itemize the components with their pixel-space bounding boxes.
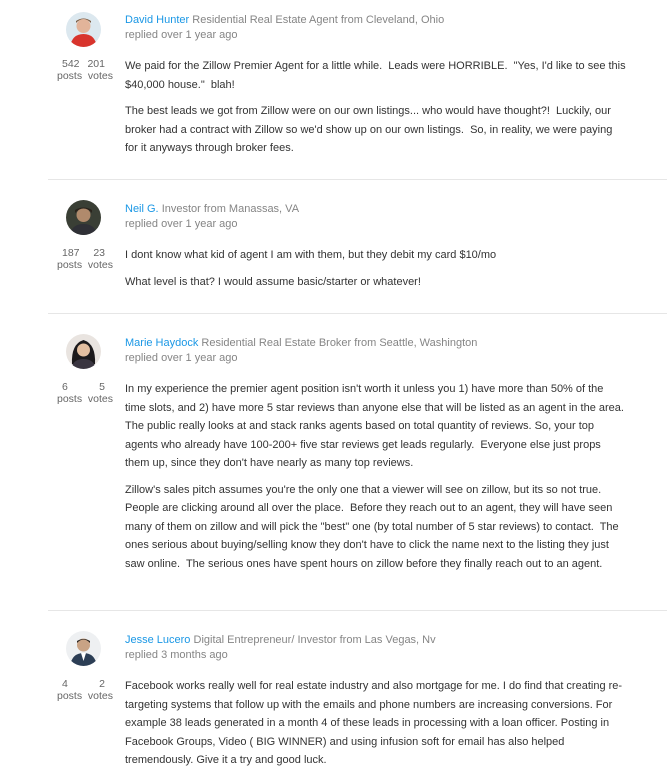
- author-title: Investor from Manassas, VA: [161, 203, 300, 215]
- avatar[interactable]: [66, 12, 101, 47]
- posts-count: 6: [62, 381, 68, 393]
- posts-label: posts: [57, 690, 83, 702]
- user-stats: 187 23 posts votes: [52, 247, 116, 271]
- reply-timestamp: replied over 1 year ago: [125, 29, 238, 41]
- post-body: Facebook works really well for real esta…: [125, 677, 627, 778]
- author-title: Digital Entrepreneur/ Investor from Las …: [193, 634, 436, 646]
- user-stats: 4 2 posts votes: [52, 678, 116, 702]
- author-link[interactable]: Marie Haydock: [125, 337, 198, 349]
- author-link[interactable]: Neil G.: [125, 203, 159, 215]
- post-body: We paid for the Zillow Premier Agent for…: [125, 57, 627, 166]
- reply-timestamp: replied over 1 year ago: [125, 218, 238, 230]
- post-paragraph: We paid for the Zillow Premier Agent for…: [125, 60, 629, 91]
- reply-timestamp: replied 3 months ago: [125, 649, 228, 661]
- post-body: In my experience the premier agent posit…: [125, 380, 627, 581]
- post-divider: [48, 179, 667, 180]
- avatar[interactable]: [66, 334, 101, 369]
- post-header: Neil G. Investor from Manassas, VA repli…: [125, 202, 653, 232]
- votes-label: votes: [87, 690, 113, 702]
- post-paragraph: I dont know what kid of agent I am with …: [125, 249, 497, 261]
- posts-count: 4: [62, 678, 68, 690]
- author-title: Residential Real Estate Broker from Seat…: [201, 337, 478, 349]
- post-paragraph: What level is that? I would assume basic…: [125, 275, 421, 288]
- votes-count: 2: [99, 678, 105, 690]
- post-paragraph: The best leads we got from Zillow were o…: [125, 105, 616, 154]
- post-paragraph: Facebook works really well for real esta…: [125, 680, 623, 766]
- votes-label: votes: [87, 393, 113, 405]
- votes-count: 201: [87, 58, 105, 70]
- avatar[interactable]: [66, 631, 101, 666]
- post-divider: [48, 610, 667, 611]
- posts-label: posts: [57, 259, 83, 271]
- votes-label: votes: [87, 70, 113, 82]
- votes-count: 23: [93, 247, 105, 259]
- post-header: David Hunter Residential Real Estate Age…: [125, 13, 653, 43]
- user-stats: 542 201 posts votes: [52, 58, 116, 82]
- posts-count: 187: [62, 247, 80, 259]
- post-body: I dont know what kid of agent I am with …: [125, 246, 627, 299]
- post-header: Jesse Lucero Digital Entrepreneur/ Inves…: [125, 633, 653, 663]
- post-paragraph: In my experience the premier agent posit…: [125, 383, 630, 469]
- post-header: Marie Haydock Residential Real Estate Br…: [125, 336, 653, 366]
- post-paragraph: Zillow's sales pitch assumes you're the …: [125, 483, 622, 570]
- avatar[interactable]: [66, 200, 101, 235]
- user-stats: 6 5 posts votes: [52, 381, 116, 405]
- votes-count: 5: [99, 381, 105, 393]
- posts-label: posts: [57, 70, 83, 82]
- posts-label: posts: [57, 393, 83, 405]
- reply-timestamp: replied over 1 year ago: [125, 352, 238, 364]
- posts-count: 542: [62, 58, 80, 70]
- author-link[interactable]: Jesse Lucero: [125, 634, 190, 646]
- author-link[interactable]: David Hunter: [125, 14, 189, 26]
- post-divider: [48, 313, 667, 314]
- author-title: Residential Real Estate Agent from Cleve…: [192, 14, 445, 26]
- votes-label: votes: [87, 259, 113, 271]
